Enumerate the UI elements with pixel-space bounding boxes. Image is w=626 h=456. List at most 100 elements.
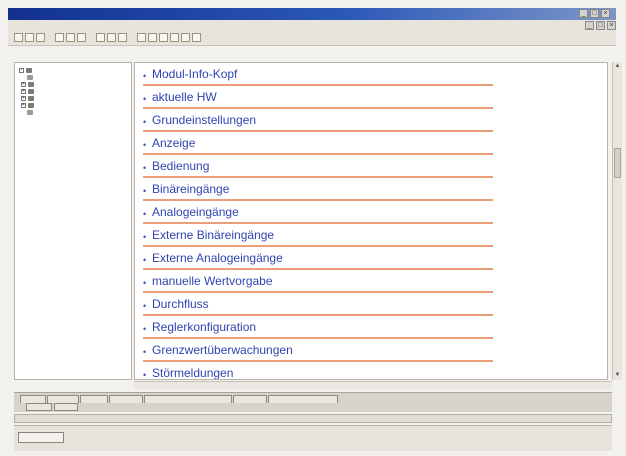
section-link[interactable]: aktuelle HW [152, 90, 217, 104]
section-link[interactable]: Anzeige [152, 136, 195, 150]
tool-icon-3[interactable] [137, 33, 146, 42]
section-row[interactable]: • Modul-Info-Kopf [143, 65, 493, 86]
taskbar [14, 425, 612, 451]
section-row[interactable]: • Reglerkonfiguration [143, 318, 493, 339]
section-link[interactable]: Grenzwertüberwachungen [152, 343, 293, 357]
tree-node[interactable]: + [21, 81, 36, 88]
tree-node[interactable]: + [21, 88, 36, 95]
document-close-button[interactable]: × [607, 21, 616, 30]
divider [143, 245, 493, 247]
bullet-icon: • [143, 186, 147, 196]
bullet-icon: • [143, 301, 147, 311]
tool-icon-1[interactable] [107, 33, 116, 42]
section-link[interactable]: Externe Binäreingänge [152, 228, 274, 242]
print-icon[interactable] [96, 33, 105, 42]
tree-node[interactable]: + [21, 102, 36, 109]
section-row[interactable]: • Analogeingänge [143, 203, 493, 224]
document-icon [27, 110, 33, 115]
divider [143, 268, 493, 270]
tab-7[interactable] [268, 395, 338, 403]
tool-icon-5[interactable] [159, 33, 168, 42]
menu-bar [8, 20, 616, 30]
tree-node[interactable]: + [21, 95, 36, 102]
copy-icon[interactable] [66, 33, 75, 42]
section-row[interactable]: • Störmeldungen [143, 364, 493, 380]
expand-icon[interactable]: + [21, 96, 26, 101]
tree-node[interactable] [27, 109, 35, 116]
expand-icon[interactable]: + [21, 103, 26, 108]
bullet-icon: • [143, 94, 147, 104]
bullet-icon: • [143, 278, 147, 288]
content-pane: • Modul-Info-Kopf • aktuelle HW • Grunde… [134, 62, 608, 380]
divider [143, 314, 493, 316]
subtab-1[interactable] [26, 403, 52, 411]
tab-6[interactable] [233, 395, 267, 403]
tab-3[interactable] [80, 395, 108, 403]
open-folder-icon[interactable] [25, 33, 34, 42]
section-link[interactable]: manuelle Wertvorgabe [152, 274, 273, 288]
tab-5[interactable] [144, 395, 232, 403]
section-row[interactable]: • Grundeinstellungen [143, 111, 493, 132]
bottom-button[interactable] [18, 432, 64, 443]
section-link[interactable]: Modul-Info-Kopf [152, 67, 237, 81]
window-controls: _ □ × [579, 9, 610, 18]
tool-icon-6[interactable] [170, 33, 179, 42]
section-link[interactable]: Bedienung [152, 159, 209, 173]
save-icon[interactable] [36, 33, 45, 42]
section-row[interactable]: • Externe Binäreingänge [143, 226, 493, 247]
tool-icon-4[interactable] [148, 33, 157, 42]
divider [143, 199, 493, 201]
section-link[interactable]: Durchfluss [152, 297, 209, 311]
bullet-icon: • [143, 370, 147, 380]
section-row[interactable]: • Grenzwertüberwachungen [143, 341, 493, 362]
document-restore-button[interactable]: □ [596, 21, 605, 30]
collapse-icon[interactable]: - [19, 68, 24, 73]
horizontal-scrollbar[interactable] [134, 381, 612, 389]
bullet-icon: • [143, 347, 147, 357]
document-icon [27, 75, 33, 80]
section-row[interactable]: • Binäreingänge [143, 180, 493, 201]
section-link[interactable]: Störmeldungen [152, 366, 233, 379]
cut-icon[interactable] [55, 33, 64, 42]
section-row[interactable]: • Externe Analogeingänge [143, 249, 493, 270]
divider [143, 153, 493, 155]
section-link[interactable]: Binäreingänge [152, 182, 229, 196]
section-row[interactable]: • manuelle Wertvorgabe [143, 272, 493, 293]
divider [143, 107, 493, 109]
section-row[interactable]: • aktuelle HW [143, 88, 493, 109]
divider [143, 360, 493, 362]
minimize-button[interactable]: _ [579, 9, 588, 18]
document-minimize-button[interactable]: _ [585, 21, 594, 30]
expand-icon[interactable]: + [21, 89, 26, 94]
paste-icon[interactable] [77, 33, 86, 42]
tree-node[interactable] [27, 74, 35, 81]
section-link[interactable]: Grundeinstellungen [152, 113, 256, 127]
tab-4[interactable] [109, 395, 143, 403]
close-button[interactable]: × [601, 9, 610, 18]
section-link[interactable]: Externe Analogeingänge [152, 251, 283, 265]
vertical-scrollbar[interactable]: ▲ ▼ [612, 62, 622, 380]
scroll-down-icon[interactable]: ▼ [613, 371, 622, 380]
scroll-up-icon[interactable]: ▲ [613, 62, 622, 71]
section-link[interactable]: Analogeingänge [152, 205, 239, 219]
new-file-icon[interactable] [14, 33, 23, 42]
bullet-icon: • [143, 117, 147, 127]
section-row[interactable]: • Bedienung [143, 157, 493, 178]
tab-1[interactable] [20, 395, 46, 403]
folder-icon [28, 89, 34, 94]
maximize-button[interactable]: □ [590, 9, 599, 18]
bullet-icon: • [143, 232, 147, 242]
bullet-icon: • [143, 324, 147, 334]
subtab-2[interactable] [54, 403, 78, 411]
tool-icon-2[interactable] [118, 33, 127, 42]
section-row[interactable]: • Durchfluss [143, 295, 493, 316]
divider [143, 291, 493, 293]
tool-icon-7[interactable] [181, 33, 190, 42]
expand-icon[interactable]: + [21, 82, 26, 87]
tab-2[interactable] [47, 395, 79, 403]
tool-icon-8[interactable] [192, 33, 201, 42]
tree-node[interactable]: - [19, 67, 34, 74]
section-link[interactable]: Reglerkonfiguration [152, 320, 256, 334]
section-row[interactable]: • Anzeige [143, 134, 493, 155]
scroll-thumb[interactable] [614, 148, 621, 178]
